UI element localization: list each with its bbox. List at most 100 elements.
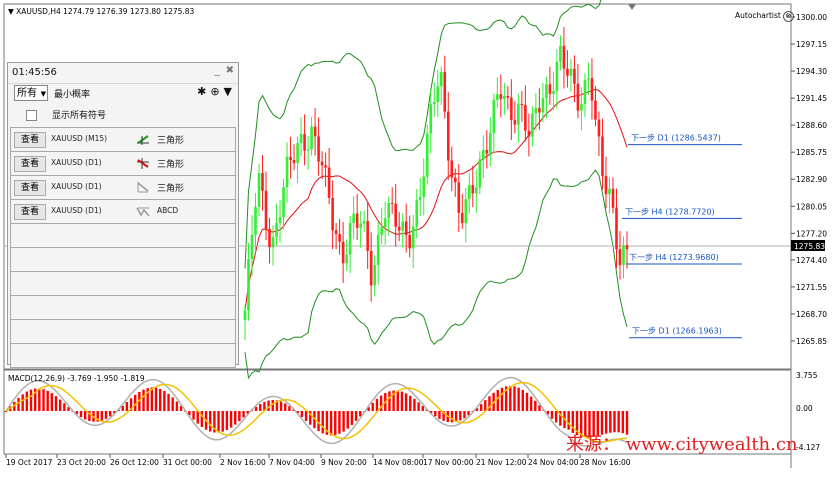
candle-body — [608, 188, 611, 195]
candle-body — [401, 221, 405, 231]
pattern-row[interactable]: 查看 XAUUSD (D1) 三角形 — [10, 175, 236, 199]
candle-body — [450, 160, 454, 178]
filter-select[interactable]: 所有 ▼ — [14, 85, 48, 101]
candle-body — [503, 95, 506, 99]
triangle-down-icon — [137, 158, 149, 169]
candle-body — [446, 111, 450, 161]
candle-body — [576, 83, 580, 111]
candle-body — [362, 221, 366, 224]
candle-body — [453, 177, 457, 183]
macd-bar — [417, 402, 420, 411]
macd-bar — [17, 397, 20, 411]
chevron-down-icon: ▼ — [40, 90, 46, 98]
candle-body — [467, 185, 471, 200]
macd-bar — [196, 411, 199, 424]
pattern-row[interactable]: 查看 XAUUSD (M15) 三角形 — [10, 127, 236, 151]
view-button[interactable]: 查看 — [14, 180, 46, 196]
macd-bar — [513, 386, 516, 411]
candle-body — [289, 156, 292, 160]
price-tick-label: 1277.20 — [796, 229, 827, 238]
candle-body — [415, 200, 419, 227]
candle-body — [485, 150, 489, 154]
time-tick-label: 21 Nov 12:00 — [476, 458, 527, 467]
macd-bar — [54, 396, 58, 411]
macd-bar — [58, 399, 62, 411]
candle-body — [580, 104, 583, 111]
macd-bar — [259, 404, 262, 411]
autochartist-text: Autochartist — [735, 11, 781, 20]
candle-body — [622, 245, 625, 266]
candle-body — [432, 101, 436, 105]
candle-body — [394, 203, 397, 227]
candle-body — [369, 250, 373, 286]
price-tick-label: 1280.05 — [796, 202, 827, 211]
candle-body — [457, 182, 461, 213]
minimize-icon[interactable]: _ — [215, 63, 221, 76]
min-probability-label: 最小概率 — [54, 90, 91, 100]
candle-body — [559, 45, 562, 62]
row-pattern: 三角形 — [157, 160, 185, 170]
candle-body — [429, 104, 433, 134]
time-tick-label: 17 Nov 00:00 — [423, 458, 474, 467]
candle-body — [478, 159, 482, 188]
candle-body — [404, 221, 408, 235]
candle-body — [548, 84, 552, 94]
show-all-checkbox[interactable] — [26, 110, 37, 121]
price-tick-label: 1300.00 — [796, 13, 827, 22]
macd-bar — [159, 388, 162, 411]
time-tick-label: 24 Nov 04:00 — [528, 458, 579, 467]
filter-icon[interactable]: ▼ — [224, 85, 232, 98]
candle-body — [524, 104, 527, 131]
view-button[interactable]: 查看 — [14, 132, 46, 148]
price-tick-label: 1265.85 — [796, 337, 827, 346]
candle-body — [408, 234, 412, 249]
close-icon[interactable]: ✖ — [226, 65, 234, 76]
panel-header: 01:45:56 _ ✖ — [8, 63, 238, 84]
candle-body — [597, 119, 601, 137]
candle-body — [261, 173, 264, 191]
candle-body — [566, 68, 569, 76]
macd-tick-label: -4.127 — [796, 443, 820, 452]
price-tick-label: 1268.70 — [796, 310, 827, 319]
candle-body — [306, 149, 310, 151]
candle-body — [475, 187, 478, 194]
price-tick-label: 1285.75 — [796, 148, 827, 157]
candle-body — [334, 230, 338, 235]
macd-bar — [125, 402, 129, 411]
pattern-row[interactable]: 查看 XAUUSD (D1) ABCD — [10, 199, 236, 223]
candle-body — [555, 61, 559, 92]
macd-bar — [346, 411, 349, 429]
globe-icon[interactable]: ⊕ — [210, 85, 219, 98]
view-button[interactable]: 查看 — [14, 156, 46, 172]
macd-bar — [46, 390, 49, 411]
macd-bar — [521, 389, 525, 411]
macd-bar — [154, 387, 158, 411]
candle-body — [411, 226, 415, 249]
autochartist-label[interactable]: Autochartist ⊗ — [735, 11, 794, 22]
macd-bar — [163, 390, 166, 411]
candle-body — [436, 86, 440, 102]
forecast-level-label: 下一步 D1 (1266.1963) — [632, 327, 722, 336]
macd-bar — [554, 411, 558, 423]
macd-tick-label: 0.00 — [796, 404, 813, 413]
candle-body — [439, 72, 443, 87]
macd-bar — [221, 411, 224, 432]
candle-body — [611, 188, 615, 208]
gear-icon[interactable]: ✱ — [197, 85, 206, 98]
autochartist-close-icon[interactable]: ⊗ — [782, 11, 794, 22]
price-tick-label: 1297.15 — [796, 40, 827, 49]
empty-row — [10, 223, 236, 247]
price-tick-label: 1274.40 — [796, 256, 827, 265]
row-pattern: ABCD — [157, 206, 179, 215]
candle-body — [310, 126, 313, 150]
candle-body — [510, 97, 513, 121]
macd-bar — [225, 411, 229, 431]
pattern-row[interactable]: 查看 XAUUSD (D1) 三角形 — [10, 151, 236, 175]
candle-body — [380, 227, 383, 235]
time-tick-label: 28 Nov 16:00 — [580, 458, 631, 467]
candle-body — [425, 133, 429, 177]
view-button[interactable]: 查看 — [14, 204, 46, 220]
autochartist-panel: 01:45:56 _ ✖ 所有 ▼ 最小概率 ✱ ⊕ ▼ 显示所有符号 查看 XAUU… — [7, 62, 239, 368]
time-tick-label: 2 Nov 16:00 — [220, 458, 266, 467]
candle-body — [587, 78, 590, 80]
